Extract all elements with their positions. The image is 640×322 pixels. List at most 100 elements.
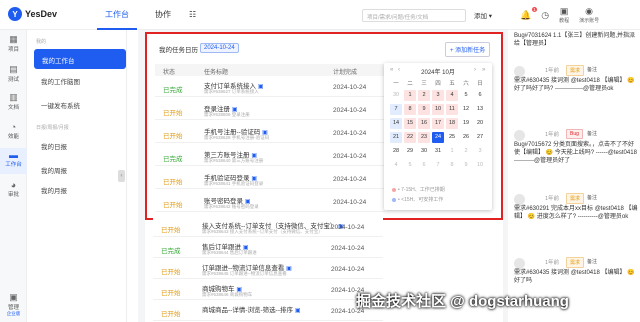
clock-icon[interactable]: ◷ — [541, 10, 549, 21]
calendar-day[interactable]: 19 — [460, 118, 472, 129]
calendar-day[interactable]: 7 — [390, 104, 402, 115]
calendar-day[interactable]: 9 — [418, 104, 430, 115]
calendar-day[interactable]: 3 — [474, 146, 486, 157]
table-row[interactable]: 已开始 订单跟进--物流订单信息查看 ▣ 需求#638645 订单跟进--物流订单信… — [153, 260, 383, 279]
calendar-day[interactable]: 9 — [460, 160, 472, 171]
plan-date: 2024-10-24 — [333, 84, 367, 91]
table-row[interactable]: 已开始 商城购物车 ▣ 需求#638646 商城购物车 2024-10-24 — [153, 281, 383, 300]
calendar-day[interactable]: 17 — [432, 118, 444, 129]
calendar-day[interactable]: 28 — [390, 146, 402, 157]
calendar-day[interactable]: 13 — [474, 104, 486, 115]
calendar-day[interactable]: 18 — [446, 118, 458, 129]
calendar-day[interactable]: 30 — [390, 90, 402, 101]
side-item-mindmap[interactable]: 我的工作脑图 — [41, 76, 80, 86]
calendar-day[interactable]: 15 — [404, 118, 416, 129]
side-item-monthly[interactable]: 我的月报 — [41, 185, 67, 195]
side-item-daily[interactable]: 我的日报 — [41, 141, 67, 151]
side-item-weekly[interactable]: 我的周报 — [41, 165, 67, 175]
calendar-day[interactable]: 11 — [446, 104, 458, 115]
calendar-day[interactable]: 5 — [460, 90, 472, 101]
calendar-day[interactable]: 25 — [446, 132, 458, 143]
time-ago: 1年前 — [545, 132, 560, 138]
activity-feed: Bug#7031624 1.1【张三】创建新问题,并指派给【管理员】 1年前 需求… — [508, 30, 640, 322]
weekday-label: 日 — [477, 81, 483, 87]
side-group-reports: 日报/周报/月报 — [36, 125, 69, 131]
date-tag[interactable]: 2024-10-24 — [200, 43, 239, 53]
rail-item-dashboard[interactable]: ◔ 效能 — [0, 122, 27, 140]
bell-icon[interactable]: 🔔 1 — [520, 6, 538, 21]
calendar-day[interactable]: 10 — [432, 104, 444, 115]
table-row[interactable]: 已开始 登录注册 ▣ 需求#638806 登录注册 2024-10-24 — [155, 101, 385, 120]
status-label: 已开始 — [161, 269, 181, 276]
calendar-day[interactable]: 1 — [404, 90, 416, 101]
calendar-day[interactable]: 8 — [446, 160, 458, 171]
table-row[interactable]: 已开始 账号密码登录 ▣ 需求#638642 账号密码登录 2024-10-24 — [155, 193, 385, 212]
calendar-day[interactable]: 4 — [446, 90, 458, 101]
rail-item-admin[interactable]: ▣ 管理 企业版 — [0, 292, 27, 317]
calendar-day[interactable]: 21 — [390, 132, 402, 143]
calendar-day[interactable]: 6 — [474, 90, 486, 101]
calendar-day[interactable]: 26 — [460, 132, 472, 143]
date-picker[interactable]: « ‹ 2024年 10月 › » 一二三四五六日 30 1 2 3 4 5 6 7 8 9 10 11… — [384, 63, 492, 210]
rail-item-workbench[interactable]: ▬ 工作台 — [0, 148, 27, 174]
table-row[interactable]: 已开始 商城商品--详情-浏览-筛选--排序 ▣ 2024-10-24 — [153, 302, 383, 321]
side-item-deploy[interactable]: 一键发布系统 — [41, 100, 80, 110]
type-badge: Bug — [566, 129, 583, 139]
task-title[interactable]: 商城商品--详情-浏览-筛选--排序 ▣ — [202, 304, 300, 314]
calendar-day[interactable]: 6 — [418, 160, 430, 171]
header-date: 计划完成 — [333, 70, 358, 76]
table-row[interactable]: 已开始 手机号注册--验证码 ▣ 需求#638628 手机号注册-验证码 2024-1… — [155, 124, 385, 143]
nav-workbench[interactable]: 工作台 — [97, 0, 137, 30]
next-month-icon[interactable]: › — [474, 67, 476, 73]
nav-more-icon[interactable]: ☷ — [189, 0, 196, 30]
calendar-day[interactable]: 10 — [474, 160, 486, 171]
table-row[interactable]: 已完成 支付订单系统接入 ▣ 需求#638627 订单系统接入 2024-10-24 — [155, 78, 385, 97]
calendar-day[interactable]: 8 — [404, 104, 416, 115]
add-task-button[interactable]: + 添加新任务 — [445, 42, 491, 57]
table-row[interactable]: 已完成 售后订单跟进 ▣ 需求#638644 售后订单跟进 2024-10-24 — [153, 239, 383, 258]
nav-collab[interactable]: 协作 — [155, 0, 171, 30]
calendar-day[interactable]: 31 — [432, 146, 444, 157]
calendar-day[interactable]: 4 — [390, 160, 402, 171]
rail-item-test[interactable]: ▤ 测试 — [0, 64, 27, 83]
legend-free: • <15H、可安排工作 — [392, 196, 443, 203]
calendar-day[interactable]: 5 — [404, 160, 416, 171]
rail-item-doc[interactable]: ▥ 文档 — [0, 92, 27, 111]
tutorial-button[interactable]: ▣ 教程 — [559, 6, 569, 24]
calendar-day[interactable]: 2 — [418, 90, 430, 101]
avatar[interactable]: ◉ 演示账号 — [579, 6, 599, 24]
side-item-my-workbench[interactable]: 我的工作台 — [34, 49, 126, 69]
rail-item-project[interactable]: ▦ 项目 — [0, 34, 27, 53]
admin-icon: ▣ — [9, 292, 18, 302]
table-row[interactable]: 已完成 第三方账号注册 ▣ 需求#638640 第三方账号注册 2024-10-24 — [155, 147, 385, 166]
calendar-day[interactable]: 22 — [404, 132, 416, 143]
add-menu-button[interactable]: 添加 ▾ — [474, 10, 492, 20]
calendar-day[interactable]: 20 — [474, 118, 486, 129]
logo-icon: Y — [8, 7, 22, 21]
calendar-day[interactable]: 14 — [390, 118, 402, 129]
calendar-day[interactable]: 12 — [460, 104, 472, 115]
calendar-day[interactable]: 29 — [404, 146, 416, 157]
calendar-day[interactable]: 1 — [446, 146, 458, 157]
table-row[interactable]: 已开始 手机验证码登录 ▣ 需求#638641 手机验证码登录 2024-10-24 — [155, 170, 385, 189]
calendar-day[interactable]: 27 — [474, 132, 486, 143]
weekday-label: 一 — [393, 81, 399, 87]
calendar-day[interactable]: 2 — [460, 146, 472, 157]
calendar-day[interactable]: 23 — [418, 132, 430, 143]
plan-date: 2024-10-24 — [331, 266, 365, 273]
time-ago: 1年前 — [545, 68, 560, 74]
plan-date: 2024-10-24 — [333, 130, 367, 137]
search-input[interactable]: 项目/需求/问题/任务/文档 — [362, 9, 466, 22]
next-year-icon[interactable]: » — [482, 67, 485, 73]
calendar-day[interactable]: 30 — [418, 146, 430, 157]
logo[interactable]: Y YesDev — [8, 7, 57, 21]
table-row[interactable]: 已开始 接入支付系统--订单支付（支持微信、支付宝） ▣ 需求#638643 接入支… — [153, 218, 383, 237]
feed-top-text: Bug#7031624 1.1【张三】创建新问题,并指派给【管理员】 — [514, 33, 636, 47]
calendar-day[interactable]: 3 — [432, 90, 444, 101]
calendar-day[interactable]: 7 — [432, 160, 444, 171]
collapse-handle[interactable]: ‹ — [118, 170, 125, 182]
calendar-day[interactable]: 24 — [432, 132, 444, 143]
card-title: 我的任务日历 — [159, 47, 198, 54]
rail-item-approval[interactable]: ◕ 审批 — [0, 180, 27, 198]
calendar-day[interactable]: 16 — [418, 118, 430, 129]
